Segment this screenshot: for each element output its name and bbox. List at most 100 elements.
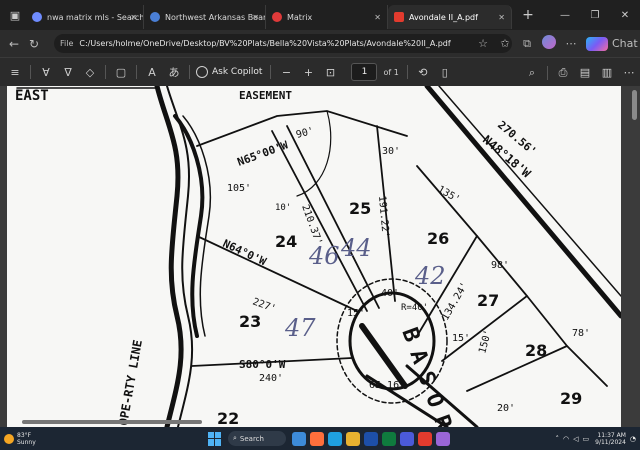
address-input[interactable]: File C:/Users/holme/OneDrive/Desktop/BV%… [54, 34, 512, 53]
new-tab-button[interactable]: + [520, 7, 536, 23]
tab-avondale-pdf[interactable]: Avondale II_A.pdf ✕ [388, 5, 512, 29]
close-tab-icon[interactable]: ✕ [130, 13, 137, 22]
horizontal-scrollbar[interactable] [12, 419, 612, 425]
favorite-star-icon[interactable]: ☆ [472, 37, 494, 50]
bearing-top-label: N65°00'W [236, 138, 291, 168]
distance-30-label: 30' [382, 146, 400, 157]
tab-nwa-matrix[interactable]: nwa matrix mls - Search ✕ [26, 5, 144, 29]
east-label: EAST [15, 88, 49, 104]
url-text: C:/Users/holme/OneDrive/Desktop/BV%20Pla… [79, 39, 451, 48]
divider [189, 65, 190, 79]
vertical-scrollbar[interactable] [630, 88, 638, 418]
radius-label: R=40' [401, 303, 428, 313]
workspaces-icon[interactable]: ▣ [4, 4, 26, 26]
scrollbar-thumb[interactable] [632, 90, 637, 120]
add-text-icon[interactable]: ▢ [110, 66, 132, 79]
scrollbar-thumb[interactable] [22, 420, 202, 424]
lot-number-29: 29 [560, 389, 582, 408]
close-tab-icon[interactable]: ✕ [374, 13, 381, 22]
eraser-icon[interactable]: ◇ [79, 66, 101, 79]
weather-widget[interactable]: 83°F Sunny [4, 432, 36, 446]
save-as-icon[interactable]: ▥ [596, 66, 618, 79]
distance-15b-label: 15' [452, 333, 470, 344]
pdf-toolbar: ≡ ∀ ∇ ◇ ▢ A あ Ask Copilot − + ⊡ 1 of 1 ⟲… [0, 57, 640, 86]
word-icon[interactable] [364, 431, 378, 446]
chevron-up-icon[interactable]: ˄ [556, 435, 560, 443]
easement-label: EASEMENT [239, 89, 292, 102]
distance-105-label: 105' [227, 183, 251, 194]
zoom-in-icon[interactable]: + [297, 66, 319, 79]
widgets-icon[interactable] [310, 431, 324, 446]
clock[interactable]: 11:37 AM 9/11/2024 [595, 432, 626, 446]
wifi-icon[interactable]: ◠ [563, 435, 569, 443]
distance-15a-label: 15' [347, 308, 365, 319]
edge-icon[interactable] [328, 431, 342, 446]
highlight-icon[interactable]: ∀ [35, 66, 57, 79]
sun-icon [4, 433, 14, 444]
lot-number-23: 23 [239, 312, 261, 331]
print-icon[interactable]: ⎙ [552, 66, 574, 80]
chrome-icon[interactable] [418, 431, 432, 446]
lot-number-26: 26 [427, 229, 449, 248]
tab-nwa-board[interactable]: Northwest Arkansas Board of ✕ [144, 5, 266, 29]
contents-menu-icon[interactable]: ≡ [4, 66, 26, 79]
more-menu-icon[interactable]: ⋯ [560, 37, 582, 50]
divider [105, 65, 106, 79]
page-number-input[interactable]: 1 [351, 63, 378, 81]
copilot-chat-button[interactable]: Chat [586, 36, 638, 51]
pdf-favicon-icon [394, 12, 404, 22]
lot-number-24: 24 [275, 232, 297, 251]
browser-tab-bar: ▣ nwa matrix mls - Search ✕ Northwest Ar… [0, 0, 640, 30]
volume-icon[interactable]: ◁ [573, 435, 578, 443]
minimize-icon[interactable]: — [550, 10, 580, 21]
taskbar-search[interactable]: ⌕ Search [228, 431, 286, 446]
store-icon[interactable] [436, 431, 450, 446]
task-view-icon[interactable] [292, 431, 306, 446]
page-total: of 1 [383, 67, 399, 77]
notifications-icon[interactable]: ◔ [630, 435, 636, 443]
save-icon[interactable]: ▤ [574, 66, 596, 79]
excel-icon[interactable] [382, 431, 396, 446]
read-aloud-icon[interactable]: A [141, 66, 163, 79]
lot-number-27: 27 [477, 291, 499, 310]
battery-icon[interactable]: ▭ [583, 435, 590, 443]
tab-matrix[interactable]: Matrix ✕ [266, 5, 388, 29]
search-icon: ⌕ [233, 434, 237, 442]
file-explorer-icon[interactable] [346, 431, 360, 446]
distance-78-label: 78' [572, 328, 590, 339]
board-favicon-icon [150, 12, 160, 22]
rotate-icon[interactable]: ⟲ [412, 66, 434, 79]
address-bar-row: ← ↻ File C:/Users/holme/OneDrive/Desktop… [0, 30, 640, 57]
back-icon[interactable]: ← [4, 37, 24, 51]
close-tab-icon[interactable]: ✕ [252, 13, 259, 22]
handwritten-lot-46: 46 [308, 242, 340, 270]
profile-avatar[interactable] [538, 35, 560, 52]
draw-icon[interactable]: ∇ [57, 66, 79, 79]
pdf-toolbar-right: ⌕ ⎙ ▤ ▥ ⋯ [521, 58, 640, 87]
settings-more-icon[interactable]: ⋯ [618, 66, 640, 79]
pdf-viewer[interactable]: EAST EASEMENT OPE-RTY LINE N65°00'W N64°… [0, 86, 640, 427]
translate-icon[interactable]: あ [163, 64, 185, 80]
handwritten-lot-44: 44 [340, 234, 372, 262]
search-icon[interactable]: ⌕ [521, 66, 543, 80]
divider [270, 65, 272, 79]
divider [30, 65, 31, 79]
start-button[interactable] [208, 431, 222, 446]
close-tab-icon[interactable]: ✕ [498, 13, 505, 22]
collections-icon[interactable]: ⧉ [516, 37, 538, 51]
distance-90-label: 90' [295, 126, 315, 141]
close-window-icon[interactable]: ✕ [610, 10, 640, 21]
teams-icon[interactable] [400, 431, 414, 446]
refresh-icon[interactable]: ↻ [24, 37, 44, 51]
time-text: 11:37 AM [597, 431, 626, 439]
tab-title: Avondale II_A.pdf [409, 12, 478, 22]
favorites-icon[interactable]: ✩ [494, 37, 516, 50]
ask-copilot-button[interactable]: Ask Copilot [196, 66, 262, 78]
search-label: Search [239, 434, 264, 443]
fit-page-icon[interactable]: ⊡ [319, 66, 341, 79]
zoom-out-icon[interactable]: − [275, 66, 297, 79]
distance-65-label: 65.16' [369, 380, 405, 391]
property-line-label: OPE-RTY LINE [116, 339, 145, 427]
page-view-icon[interactable]: ▯ [434, 66, 456, 79]
maximize-icon[interactable]: ❐ [580, 10, 610, 21]
